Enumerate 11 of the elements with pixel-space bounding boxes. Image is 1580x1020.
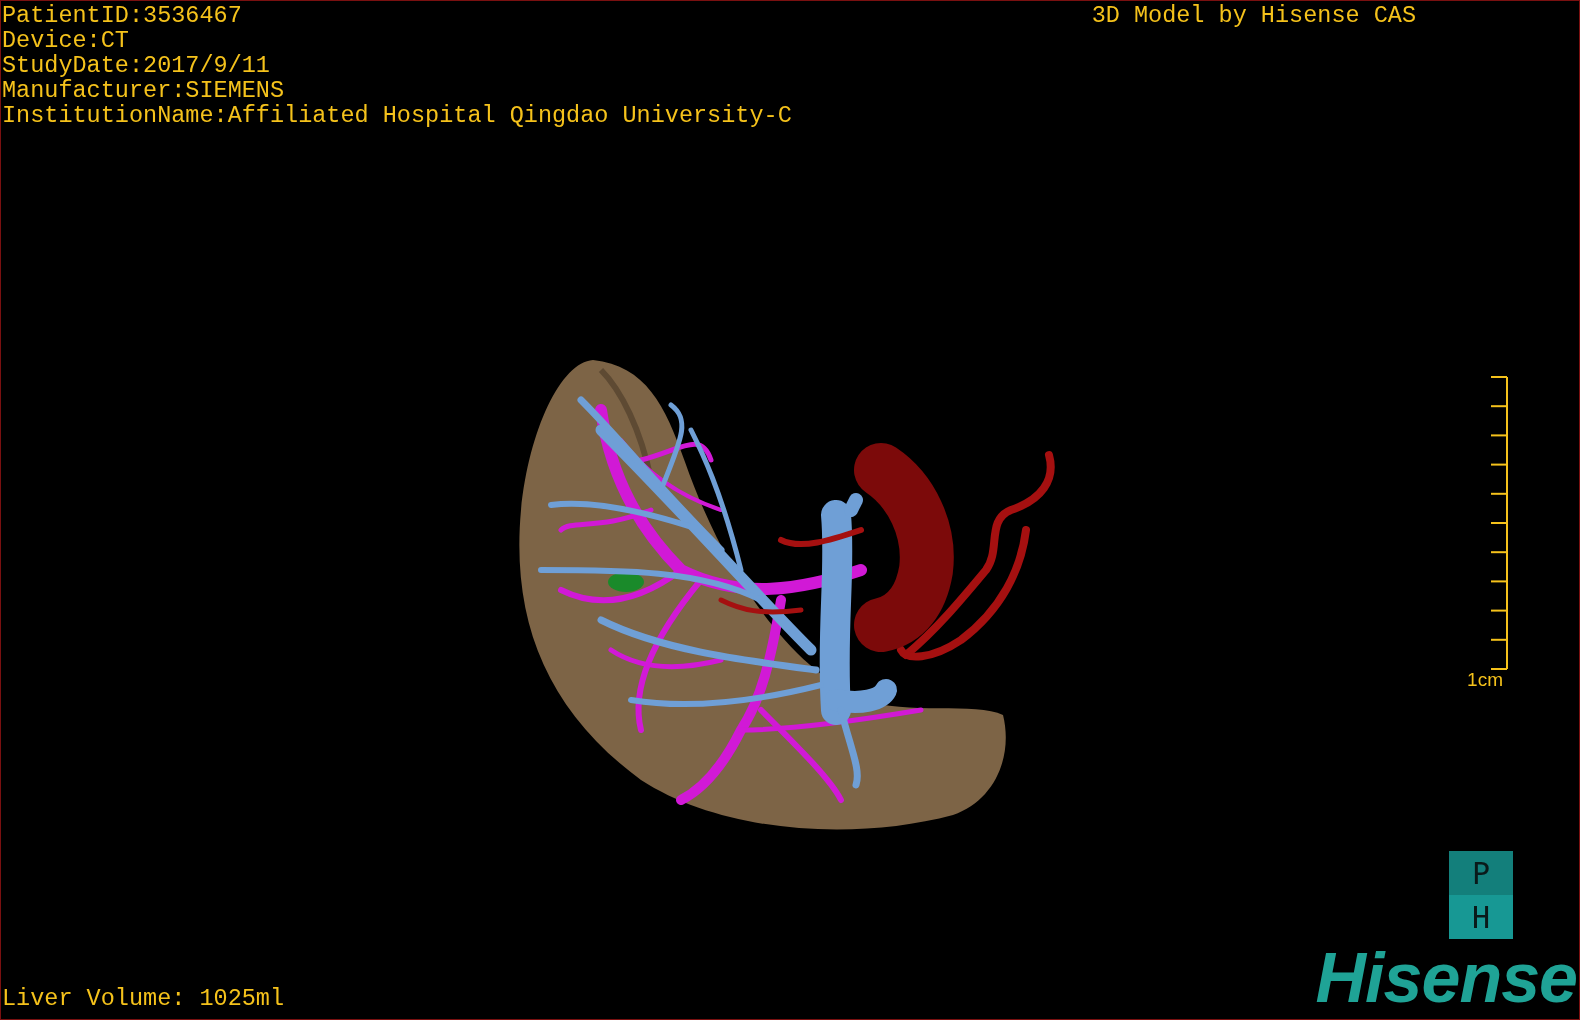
scale-label: 1cm <box>1467 670 1503 690</box>
liver-volume-text: Liver Volume: 1025ml <box>1 986 285 1014</box>
brand-logo: Hisense <box>1315 939 1578 1019</box>
study-info-text: Manufacturer:SIEMENS <box>2 78 286 103</box>
study-info-text: InstitutionName:Affiliated Hospital Qingdao University-C <box>2 103 792 128</box>
logo-letter: H <box>1449 895 1513 939</box>
study-info-text: PatientID:3536467 <box>2 3 243 28</box>
model-title: 3D Model by Hisense CAS <box>1091 3 1416 31</box>
logo-letter: P <box>1449 851 1513 895</box>
study-info-text: Device:CT <box>2 28 130 53</box>
study-info-text: StudyDate:2017/9/11 <box>2 53 271 78</box>
